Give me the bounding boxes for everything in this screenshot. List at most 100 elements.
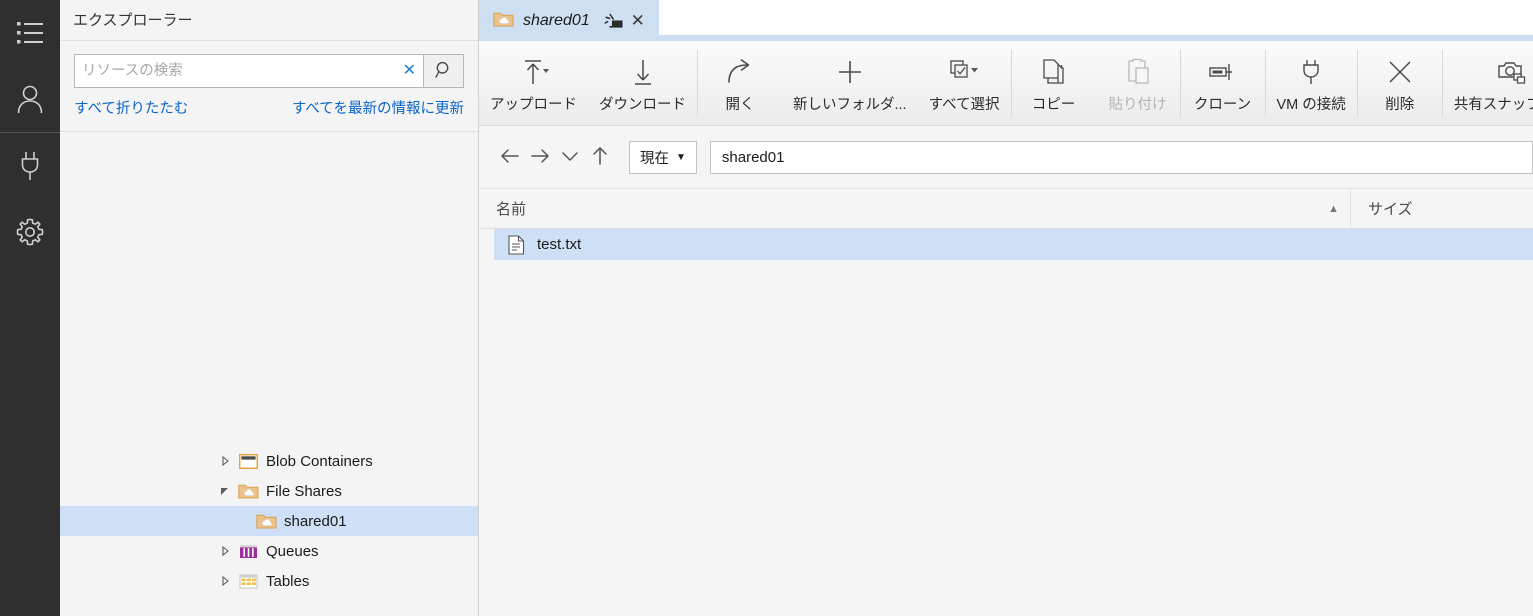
column-header-label: サイズ	[1368, 201, 1413, 218]
chevron-right-icon[interactable]	[214, 576, 236, 586]
path-value: shared01	[721, 148, 785, 166]
gear-icon	[14, 216, 46, 248]
toolbar-copy-button[interactable]: コピー	[1012, 41, 1096, 125]
file-share-icon	[493, 10, 514, 31]
sidebar-links: すべて折りたたむ すべてを最新の情報に更新	[60, 88, 478, 118]
chevron-right-icon[interactable]	[214, 546, 236, 556]
file-share-icon	[236, 482, 260, 500]
tree-top-spacer	[60, 132, 478, 446]
search-input-wrap: ✕	[74, 54, 423, 88]
paste-icon	[1125, 52, 1151, 92]
tab-shared01[interactable]: shared01 ✕	[479, 0, 659, 41]
tree-item-label: File Shares	[266, 482, 342, 500]
search-row: ✕	[60, 41, 478, 88]
new-folder-icon	[835, 52, 865, 92]
toolbar-vm-connect-button[interactable]: VM の接続	[1266, 41, 1357, 125]
toolbar-clone-button[interactable]: クローン	[1181, 41, 1265, 125]
tree-item-queues[interactable]: Queues	[60, 536, 478, 566]
toolbar-button-label: すべて選択	[928, 97, 1000, 113]
tree-item-label: Queues	[266, 542, 319, 560]
up-button[interactable]	[585, 140, 615, 174]
storage-explorer-window: エクスプローラー ✕ すべて折りたたむ すべてを最新の情報に更新	[0, 0, 1533, 616]
toolbar-button-label: 新しいフォルダ...	[793, 97, 907, 113]
tree-item-label: Blob Containers	[266, 452, 373, 470]
toolbar-button-label: 削除	[1385, 97, 1415, 113]
rail-item-explorer[interactable]	[0, 0, 60, 66]
open-icon	[725, 52, 755, 92]
toolbar-button-label: コピー	[1031, 97, 1076, 113]
page-title: エクスプローラー	[60, 0, 478, 41]
column-header-size[interactable]: サイズ	[1351, 189, 1533, 228]
scope-dropdown[interactable]: 現在 ▼	[629, 140, 697, 174]
forward-button[interactable]	[525, 140, 555, 174]
toolbar-open-button[interactable]: 開く	[698, 41, 782, 125]
search-button[interactable]	[423, 54, 464, 88]
tree-item-label: shared01	[284, 512, 347, 530]
scope-label: 現在	[640, 150, 669, 167]
toolbar-button-label: アップロード	[490, 97, 577, 113]
tree-item-label: Tables	[266, 572, 310, 590]
main-panel: shared01 ✕ アップロード ダウンロード 開く 新しいフォルダ... す…	[479, 0, 1533, 616]
path-input[interactable]: shared01	[709, 140, 1533, 174]
toolbar-button-label: 開く	[725, 97, 755, 113]
tree-item-tables[interactable]: Tables	[60, 566, 478, 596]
toolbar-select-all-button[interactable]: すべて選択	[918, 41, 1011, 125]
toolbar-delete-button[interactable]: 削除	[1358, 41, 1442, 125]
toolbar-share-snapshot-button[interactable]: 共有スナップショ	[1443, 41, 1533, 125]
tab-strip-empty	[658, 0, 1533, 41]
activity-rail	[0, 0, 60, 616]
close-tab-icon[interactable]: ✕	[628, 11, 648, 31]
chevron-down-icon	[560, 146, 580, 169]
explorer-sidebar: エクスプローラー ✕ すべて折りたたむ すべてを最新の情報に更新	[60, 0, 479, 616]
clone-icon	[1207, 52, 1239, 92]
file-list-header: 名前 ▲ サイズ	[479, 189, 1533, 229]
chevron-down-icon[interactable]	[214, 486, 236, 496]
collapse-all-link[interactable]: すべて折りたたむ	[74, 97, 188, 118]
chevron-right-icon[interactable]	[214, 456, 236, 466]
rail-item-account[interactable]	[0, 66, 60, 132]
table-row[interactable]: test.txt	[494, 229, 1533, 260]
toolbar-button-label: ダウンロード	[599, 97, 686, 113]
share-snapshot-icon	[1496, 52, 1528, 92]
copy-icon	[1040, 52, 1068, 92]
sort-ascending-icon: ▲	[1328, 202, 1339, 215]
toolbar-button-label: 貼り付け	[1108, 97, 1167, 113]
magnifier-icon	[434, 60, 454, 83]
delete-icon	[1385, 52, 1415, 92]
file-list-body: test.txt	[479, 229, 1533, 260]
refresh-all-link[interactable]: すべてを最新の情報に更新	[292, 97, 464, 118]
clear-search-icon[interactable]: ✕	[403, 63, 416, 79]
upload-icon	[519, 52, 549, 92]
history-dropdown-button[interactable]	[555, 140, 585, 174]
toolbar-download-button[interactable]: ダウンロード	[588, 41, 697, 125]
tab-bar: shared01 ✕	[479, 0, 1533, 41]
chevron-down-icon: ▼	[676, 151, 686, 163]
arrow-left-icon	[499, 146, 521, 169]
rail-item-connect[interactable]	[0, 133, 60, 199]
back-button[interactable]	[495, 140, 525, 174]
search-input[interactable]	[75, 56, 423, 86]
column-header-label: 名前	[496, 201, 527, 218]
toolbar-upload-button[interactable]: アップロード	[479, 41, 588, 125]
plug-icon	[15, 149, 45, 183]
toolbar-new-folder-button[interactable]: 新しいフォルダ...	[782, 41, 918, 125]
toolbar-button-label: 共有スナップショ	[1453, 97, 1533, 113]
tree-item-shared01[interactable]: shared01	[60, 506, 478, 536]
navigation-bar: 現在 ▼ shared01	[479, 126, 1533, 189]
file-name-label: test.txt	[537, 236, 582, 253]
toolbar-paste-button[interactable]: 貼り付け	[1096, 41, 1180, 125]
table-icon	[236, 573, 260, 590]
resource-tree: Blob Containers File Shares shared01 Que…	[60, 131, 478, 616]
select-all-icon	[948, 52, 980, 92]
tree-item-file-shares[interactable]: File Shares	[60, 476, 478, 506]
rail-item-settings[interactable]	[0, 199, 60, 265]
toolbar-button-label: VM の接続	[1276, 97, 1346, 113]
person-icon	[13, 82, 47, 116]
tab-label: shared01	[523, 11, 590, 29]
file-share-icon	[254, 512, 278, 530]
arrow-right-icon	[529, 146, 551, 169]
column-header-name[interactable]: 名前 ▲	[479, 189, 1351, 228]
tree-item-blob-containers[interactable]: Blob Containers	[60, 446, 478, 476]
text-file-icon	[502, 234, 530, 255]
pin-tab-icon[interactable]	[604, 12, 624, 30]
